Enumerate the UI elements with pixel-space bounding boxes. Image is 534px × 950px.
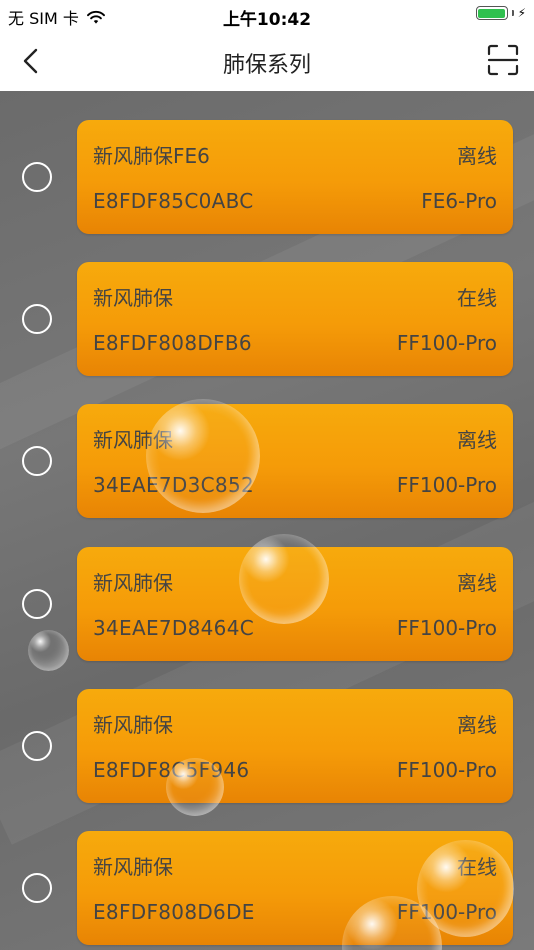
clock: 上午10:42 <box>222 10 312 30</box>
device-status: 在线 <box>457 855 497 879</box>
page-title: 肺保系列 <box>222 53 311 78</box>
select-radio[interactable] <box>22 162 52 192</box>
device-mac: E8FDF808D6DE <box>93 900 255 924</box>
device-name: 新风肺保 <box>93 571 173 595</box>
device-card[interactable]: 新风肺保 在线 E8FDF808DFB6 FF100-Pro <box>77 262 513 376</box>
device-model: FF100-Pro <box>396 900 497 924</box>
charging-icon: ⚡ <box>517 6 526 20</box>
device-mac: 34EAE7D8464C <box>93 616 254 640</box>
device-card[interactable]: 新风肺保 离线 E8FDF8C5F946 FF100-Pro <box>77 689 513 803</box>
device-card[interactable]: 新风肺保 离线 34EAE7D8464C FF100-Pro <box>77 547 513 661</box>
status-bar: 无 SIM 卡 上午10:42 ⚡ <box>0 0 534 30</box>
select-radio[interactable] <box>22 304 52 334</box>
device-name: 新风肺保 <box>93 713 173 737</box>
device-row: 新风肺保 离线 34EAE7D3C852 FF100-Pro <box>0 404 534 518</box>
device-row: 新风肺保 离线 E8FDF8C5F946 FF100-Pro <box>0 689 534 803</box>
device-name: 新风肺保 <box>93 286 173 310</box>
device-model: FF100-Pro <box>396 758 497 782</box>
device-mac: E8FDF85C0ABC <box>93 189 254 213</box>
device-row: 新风肺保 离线 34EAE7D8464C FF100-Pro <box>0 547 534 661</box>
select-radio[interactable] <box>22 873 52 903</box>
device-row: 新风肺保 在线 E8FDF808DFB6 FF100-Pro <box>0 262 534 376</box>
device-row: 新风肺保 在线 E8FDF808D6DE FF100-Pro <box>0 831 534 945</box>
device-mac: E8FDF8C5F946 <box>93 758 250 782</box>
device-status: 离线 <box>457 571 497 595</box>
device-card[interactable]: 新风肺保 在线 E8FDF808D6DE FF100-Pro <box>77 831 513 945</box>
device-mac: E8FDF808DFB6 <box>93 331 252 355</box>
scan-icon[interactable] <box>486 43 520 77</box>
device-name: 新风肺保FE6 <box>93 144 210 168</box>
select-radio[interactable] <box>22 589 52 619</box>
device-status: 离线 <box>457 428 497 452</box>
battery-cap <box>511 10 514 16</box>
device-model: FF100-Pro <box>396 473 497 497</box>
device-mac: 34EAE7D3C852 <box>93 473 254 497</box>
battery-level <box>478 8 506 18</box>
select-radio[interactable] <box>22 446 52 476</box>
device-card[interactable]: 新风肺保FE6 离线 E8FDF85C0ABC FE6-Pro <box>77 120 513 234</box>
battery-indicator: ⚡ <box>475 6 526 20</box>
device-card[interactable]: 新风肺保 离线 34EAE7D3C852 FF100-Pro <box>77 404 513 518</box>
select-radio[interactable] <box>22 731 52 761</box>
battery-icon <box>475 6 508 20</box>
navigation-bar: 肺保系列 <box>0 30 534 91</box>
device-status: 离线 <box>457 144 497 168</box>
device-row: 新风肺保FE6 离线 E8FDF85C0ABC FE6-Pro <box>0 120 534 234</box>
device-name: 新风肺保 <box>93 855 173 879</box>
device-list[interactable]: 新风肺保FE6 离线 E8FDF85C0ABC FE6-Pro 新风肺保 在线 … <box>0 91 534 950</box>
device-name: 新风肺保 <box>93 428 173 452</box>
device-model: FF100-Pro <box>396 331 497 355</box>
device-model: FF100-Pro <box>396 616 497 640</box>
device-model: FE6-Pro <box>421 189 497 213</box>
device-status: 在线 <box>457 286 497 310</box>
device-status: 离线 <box>457 713 497 737</box>
